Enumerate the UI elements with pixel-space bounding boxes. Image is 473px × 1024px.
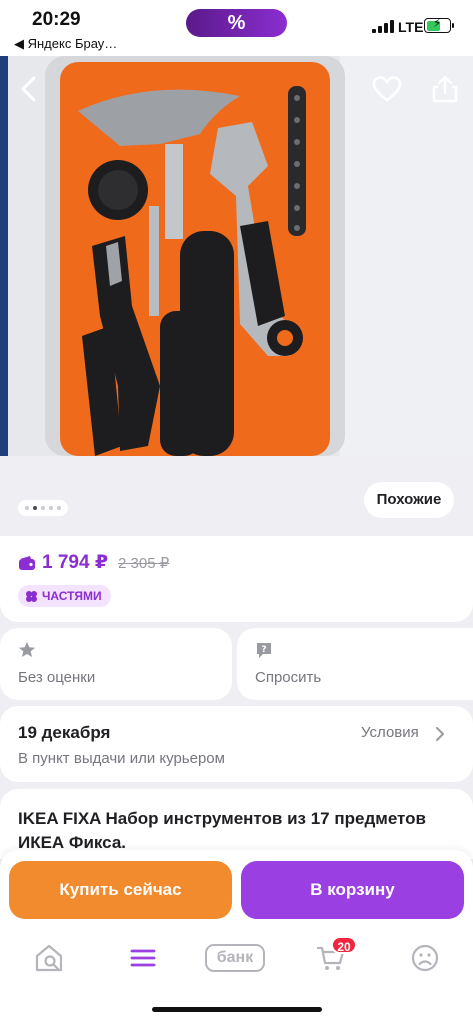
pager-dot [49, 506, 53, 510]
profile-icon[interactable] [409, 942, 441, 974]
promo-percent-pill[interactable]: % [186, 9, 287, 37]
tool-set-illustration [0, 56, 473, 456]
pager-dot [41, 506, 45, 510]
delivery-method: В пункт выдачи или курьером [18, 750, 225, 767]
delivery-card[interactable]: 19 декабря В пункт выдачи или курьером У… [0, 706, 473, 782]
installments-label: ЧАСТЯМИ [42, 589, 102, 603]
rating-card[interactable]: Без оценки [0, 628, 232, 700]
price-card: 1 794 ₽ 2 305 ₽ ЧАСТЯМИ [0, 536, 473, 622]
add-to-cart-button[interactable]: В корзину [241, 861, 464, 919]
chevron-right-icon [436, 727, 444, 741]
rating-label: Без оценки [18, 669, 96, 686]
installments-badge[interactable]: ЧАСТЯМИ [18, 585, 111, 607]
similar-button[interactable]: Похожие [364, 482, 454, 518]
cart-count-badge: 20 [331, 936, 357, 954]
share-icon[interactable] [430, 74, 460, 104]
pager-dot [57, 506, 61, 510]
svg-text:?: ? [261, 645, 266, 655]
bank-tab[interactable]: банк [205, 942, 267, 974]
battery-charging-icon: ⚡ [424, 16, 454, 33]
gallery-strip: Похожие [0, 456, 473, 536]
home-search-icon[interactable] [33, 942, 65, 974]
heart-icon[interactable] [372, 74, 402, 104]
installments-icon [26, 591, 37, 602]
pager-dot-active [33, 506, 37, 510]
network-type: LTE [398, 19, 424, 35]
cart-tab[interactable]: 20 [315, 936, 357, 974]
buy-now-button[interactable]: Купить сейчас [9, 861, 232, 919]
catalog-menu-icon[interactable] [127, 942, 159, 974]
home-indicator[interactable] [152, 1007, 322, 1012]
action-bar: Купить сейчас В корзину [0, 850, 473, 928]
wallet-icon [19, 556, 35, 570]
current-price: 1 794 ₽ [42, 552, 109, 573]
back-to-app-link[interactable]: ◀ Яндекс Брау… [14, 36, 117, 52]
product-image[interactable] [0, 56, 473, 456]
old-price: 2 305 ₽ [118, 555, 170, 572]
gallery-pager[interactable] [18, 500, 68, 516]
status-bar: 20:29 ◀ Яндекс Брау… % LTE ⚡ [0, 0, 473, 56]
pager-dot [25, 506, 29, 510]
ask-question-card[interactable]: ? Спросить [237, 628, 473, 700]
back-icon[interactable] [14, 74, 44, 104]
product-title-card: IKEA FIXA Набор инструментов из 17 предм… [0, 789, 473, 859]
signal-icon [372, 20, 394, 33]
conditions-link[interactable]: Условия [361, 724, 419, 741]
bank-icon: банк [205, 944, 265, 972]
star-icon [19, 642, 35, 657]
question-bubble-icon: ? [257, 643, 271, 658]
status-time: 20:29 [32, 9, 81, 30]
ask-label: Спросить [255, 669, 322, 686]
product-title: IKEA FIXA Набор инструментов из 17 предм… [18, 809, 426, 852]
delivery-date: 19 декабря [18, 723, 111, 742]
